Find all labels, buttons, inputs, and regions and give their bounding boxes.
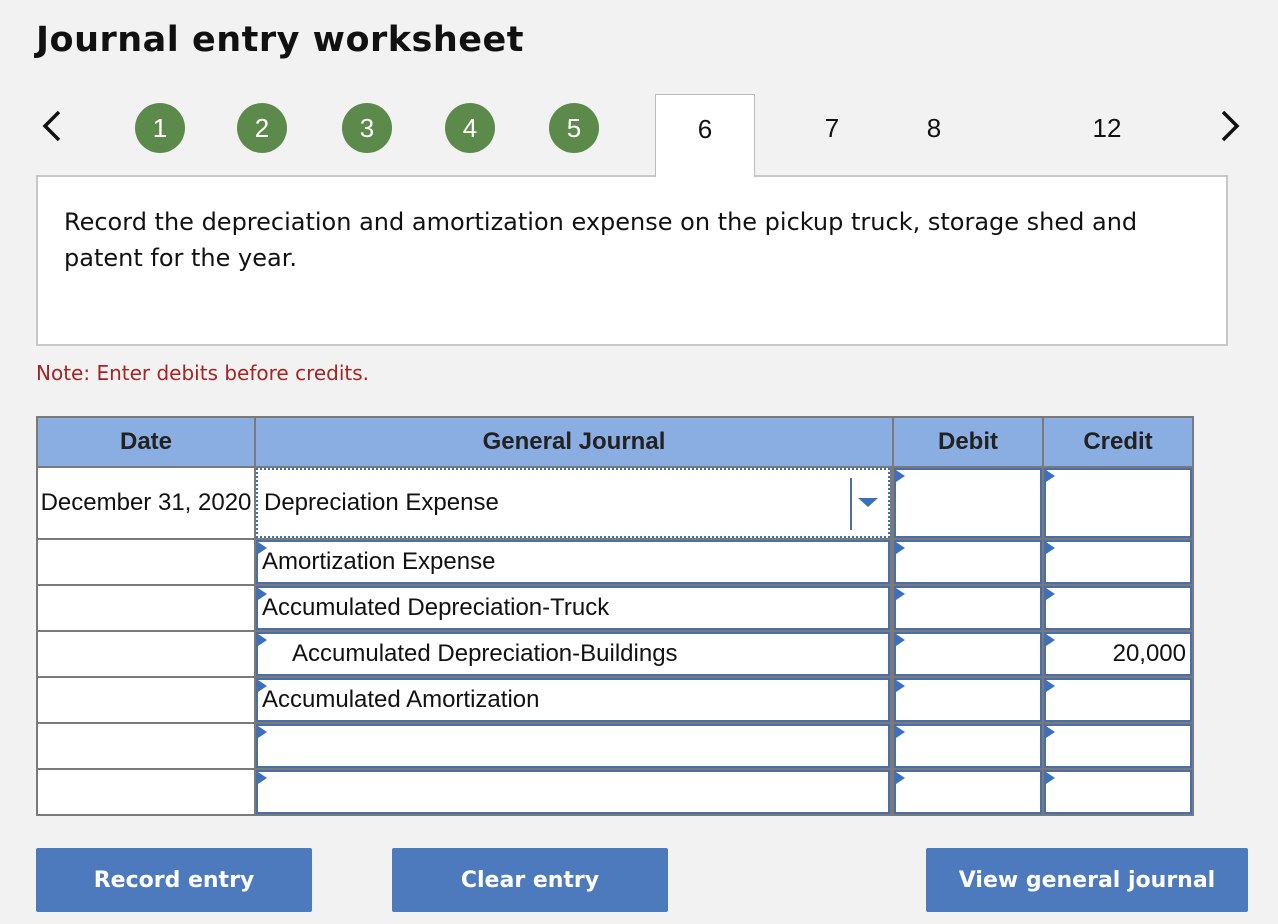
prev-step-button[interactable] — [32, 104, 72, 148]
general-journal-header: General Journal — [256, 418, 892, 466]
triangle-marker-icon — [896, 680, 905, 692]
credit-header: Credit — [1044, 418, 1192, 466]
triangle-marker-icon — [258, 634, 267, 646]
row-3-date — [38, 586, 254, 630]
journal-table: Date General Journal Debit Credit Decemb… — [36, 416, 1194, 816]
row-2-account-value: Amortization Expense — [262, 548, 496, 575]
triangle-marker-icon — [1046, 470, 1055, 482]
triangle-marker-icon — [896, 542, 905, 554]
row-2-account-input[interactable]: Amortization Expense — [256, 540, 890, 584]
row-2-date — [38, 540, 254, 584]
debit-header: Debit — [894, 418, 1042, 466]
step-6-tab-active[interactable]: 6 — [655, 94, 755, 177]
row-5-date — [38, 678, 254, 722]
triangle-marker-icon — [258, 542, 267, 554]
instruction-text: Record the depreciation and amortization… — [64, 208, 1138, 272]
row-3-credit-input[interactable] — [1044, 586, 1192, 630]
row-7-account-input[interactable] — [256, 770, 890, 814]
view-general-journal-button[interactable]: View general journal — [926, 848, 1248, 912]
row-7-debit-input[interactable] — [894, 770, 1042, 814]
triangle-marker-icon — [258, 772, 267, 784]
row-4-credit-input[interactable]: 20,000 — [1044, 632, 1192, 676]
row-5-credit-input[interactable] — [1044, 678, 1192, 722]
triangle-marker-icon — [896, 726, 905, 738]
next-step-button[interactable] — [1210, 104, 1250, 148]
triangle-marker-icon — [896, 772, 905, 784]
row-6-credit-input[interactable] — [1044, 724, 1192, 768]
step-3-tab[interactable]: 3 — [342, 103, 392, 153]
triangle-marker-icon — [1046, 772, 1055, 784]
row-6-debit-input[interactable] — [894, 724, 1042, 768]
caret-down-icon[interactable] — [858, 498, 878, 507]
chevron-right-icon — [1221, 110, 1240, 142]
row-1-debit-input[interactable] — [894, 468, 1042, 538]
row-3-debit-input[interactable] — [894, 586, 1042, 630]
step-1-tab[interactable]: 1 — [135, 103, 185, 153]
row-3-account-value: Accumulated Depreciation-Truck — [262, 594, 610, 621]
row-7-date — [38, 770, 254, 814]
row-2-debit-input[interactable] — [894, 540, 1042, 584]
chevron-left-icon — [42, 110, 61, 142]
row-3-account-input[interactable]: Accumulated Depreciation-Truck — [256, 586, 890, 630]
row-2-credit-input[interactable] — [1044, 540, 1192, 584]
row-4-account-value: Accumulated Depreciation-Buildings — [292, 640, 678, 667]
step-5-tab[interactable]: 5 — [549, 103, 599, 153]
debits-note: Note: Enter debits before credits. — [36, 361, 370, 385]
triangle-marker-icon — [258, 680, 267, 692]
row-4-account-input[interactable]: Accumulated Depreciation-Buildings — [256, 632, 890, 676]
row-1-account-select[interactable]: Depreciation Expense — [256, 468, 890, 538]
step-8-tab[interactable]: 8 — [914, 110, 954, 146]
step-2-tab[interactable]: 2 — [237, 103, 287, 153]
date-header: Date — [38, 418, 254, 466]
record-entry-button[interactable]: Record entry — [36, 848, 312, 912]
instruction-panel: Record the depreciation and amortization… — [36, 175, 1228, 346]
worksheet-title: Journal entry worksheet — [36, 20, 524, 60]
step-4-tab[interactable]: 4 — [445, 103, 495, 153]
triangle-marker-icon — [258, 588, 267, 600]
triangle-marker-icon — [1046, 542, 1055, 554]
row-5-account-value: Accumulated Amortization — [262, 686, 540, 713]
row-1-credit-input[interactable] — [1044, 468, 1192, 538]
triangle-marker-icon — [1046, 588, 1055, 600]
row-1-account-value: Depreciation Expense — [264, 489, 499, 516]
step-12-tab[interactable]: 12 — [1082, 110, 1132, 146]
clear-entry-button[interactable]: Clear entry — [392, 848, 668, 912]
triangle-marker-icon — [1046, 726, 1055, 738]
triangle-marker-icon — [258, 726, 267, 738]
triangle-marker-icon — [896, 634, 905, 646]
row-4-date — [38, 632, 254, 676]
triangle-marker-icon — [1046, 634, 1055, 646]
row-6-account-input[interactable] — [256, 724, 890, 768]
row-5-debit-input[interactable] — [894, 678, 1042, 722]
row-4-credit-value: 20,000 — [1112, 640, 1186, 667]
row-5-account-input[interactable]: Accumulated Amortization — [256, 678, 890, 722]
dropdown-divider — [850, 478, 852, 530]
row-4-debit-input[interactable] — [894, 632, 1042, 676]
triangle-marker-icon — [896, 470, 905, 482]
step-7-tab[interactable]: 7 — [812, 110, 852, 146]
row-1-date: December 31, 2020 — [38, 468, 254, 538]
triangle-marker-icon — [896, 588, 905, 600]
row-7-credit-input[interactable] — [1044, 770, 1192, 814]
triangle-marker-icon — [1046, 680, 1055, 692]
row-6-date — [38, 724, 254, 768]
